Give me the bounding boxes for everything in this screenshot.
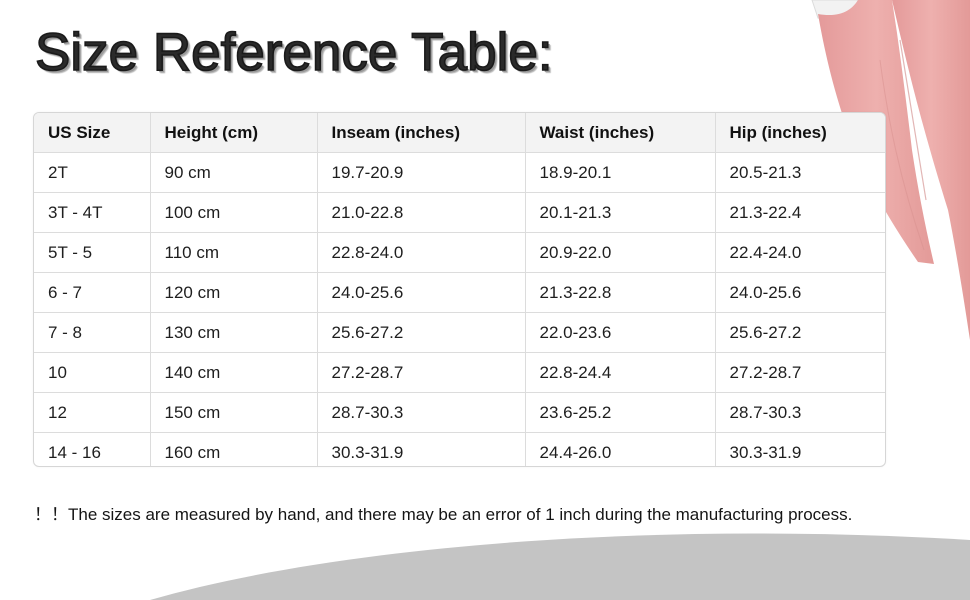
cell-waist: 21.3-22.8 — [525, 272, 716, 313]
cell-inseam: 24.0-25.6 — [317, 272, 526, 313]
cell-us-size: 10 — [34, 352, 151, 393]
cell-inseam: 30.3-31.9 — [317, 432, 526, 466]
cell-height: 120 cm — [150, 272, 318, 313]
header-waist: Waist (inches) — [525, 113, 716, 153]
cell-hip: 21.3-22.4 — [715, 192, 885, 233]
measurement-note: ！！The sizes are measured by hand, and th… — [34, 505, 853, 524]
cell-height: 90 cm — [150, 152, 318, 193]
cell-inseam: 22.8-24.0 — [317, 232, 526, 273]
cell-waist: 24.4-26.0 — [525, 432, 716, 466]
cell-us-size: 3T - 4T — [34, 192, 151, 233]
table-row: 12 150 cm 28.7-30.3 23.6-25.2 28.7-30.3 — [34, 392, 885, 433]
cell-inseam: 27.2-28.7 — [317, 352, 526, 393]
cell-us-size: 7 - 8 — [34, 312, 151, 353]
cell-inseam: 28.7-30.3 — [317, 392, 526, 433]
header-inseam: Inseam (inches) — [317, 113, 526, 153]
size-table: US Size Height (cm) Inseam (inches) Wais… — [33, 112, 886, 467]
table-row: 2T 90 cm 19.7-20.9 18.9-20.1 20.5-21.3 — [34, 152, 885, 193]
cell-hip: 27.2-28.7 — [715, 352, 885, 393]
cell-waist: 22.0-23.6 — [525, 312, 716, 353]
cell-us-size: 6 - 7 — [34, 272, 151, 313]
cell-us-size: 2T — [34, 152, 151, 193]
header-hip: Hip (inches) — [715, 113, 885, 153]
table-row: 10 140 cm 27.2-28.7 22.8-24.4 27.2-28.7 — [34, 352, 885, 393]
cell-us-size: 12 — [34, 392, 151, 433]
table-row: 14 - 16 160 cm 30.3-31.9 24.4-26.0 30.3-31.9 — [34, 432, 885, 466]
cell-height: 150 cm — [150, 392, 318, 433]
cell-hip: 28.7-30.3 — [715, 392, 885, 433]
table-row: 6 - 7 120 cm 24.0-25.6 21.3-22.8 24.0-25.6 — [34, 272, 885, 313]
cell-hip: 22.4-24.0 — [715, 232, 885, 273]
cell-height: 100 cm — [150, 192, 318, 233]
table-header-row: US Size Height (cm) Inseam (inches) Wais… — [34, 113, 885, 153]
header-height: Height (cm) — [150, 113, 318, 153]
page-title: Size Reference Table: — [34, 22, 553, 83]
cell-waist: 20.9-22.0 — [525, 232, 716, 273]
cell-height: 140 cm — [150, 352, 318, 393]
cell-height: 130 cm — [150, 312, 318, 353]
cell-hip: 20.5-21.3 — [715, 152, 885, 193]
cell-inseam: 21.0-22.8 — [317, 192, 526, 233]
table-row: 3T - 4T 100 cm 21.0-22.8 20.1-21.3 21.3-22.4 — [34, 192, 885, 233]
table-row: 5T - 5 110 cm 22.8-24.0 20.9-22.0 22.4-24.0 — [34, 232, 885, 273]
cell-us-size: 5T - 5 — [34, 232, 151, 273]
cell-inseam: 19.7-20.9 — [317, 152, 526, 193]
cell-inseam: 25.6-27.2 — [317, 312, 526, 353]
table-row: 7 - 8 130 cm 25.6-27.2 22.0-23.6 25.6-27.2 — [34, 312, 885, 353]
cell-waist: 18.9-20.1 — [525, 152, 716, 193]
cell-hip: 25.6-27.2 — [715, 312, 885, 353]
cell-height: 160 cm — [150, 432, 318, 466]
cell-waist: 20.1-21.3 — [525, 192, 716, 233]
cell-hip: 30.3-31.9 — [729, 442, 802, 462]
cell-waist: 22.8-24.4 — [525, 352, 716, 393]
cell-us-size: 14 - 16 — [34, 432, 151, 466]
cell-waist: 23.6-25.2 — [525, 392, 716, 433]
size-reference-table: US Size Height (cm) Inseam (inches) Wais… — [34, 113, 885, 466]
header-us-size: US Size — [34, 113, 151, 153]
cell-hip: 24.0-25.6 — [715, 272, 885, 313]
cell-height: 110 cm — [150, 232, 318, 273]
